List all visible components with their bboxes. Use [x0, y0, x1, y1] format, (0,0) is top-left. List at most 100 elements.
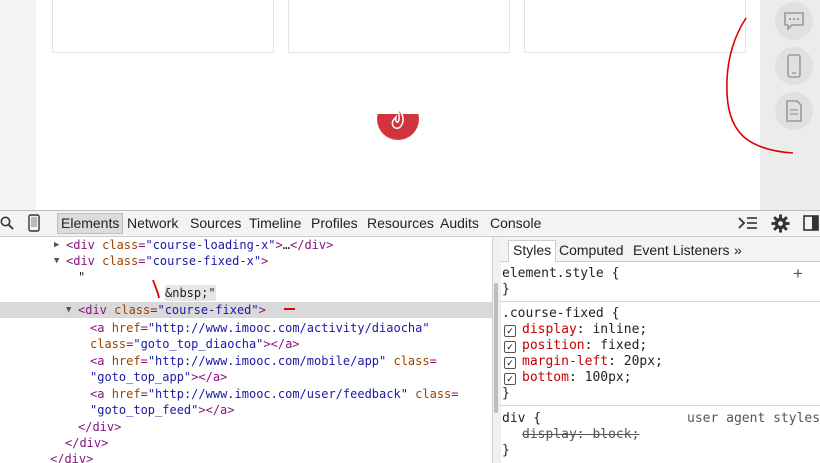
tab-styles[interactable]: Styles — [508, 240, 557, 262]
css-property[interactable]: bottom: 100px; — [522, 370, 632, 386]
dock-icon[interactable] — [803, 215, 819, 234]
dom-token-txt: " — [78, 270, 86, 284]
dom-token-tag: </div> — [65, 436, 109, 450]
dom-node[interactable]: </div> — [0, 435, 492, 451]
dom-token-attr: class — [114, 303, 151, 317]
dom-token-tag: </div> — [50, 452, 94, 463]
css-property-value[interactable]: fixed; — [592, 338, 647, 353]
mobile-app-button[interactable] — [775, 47, 813, 85]
chat-button[interactable] — [775, 2, 813, 40]
dom-token-attr: href — [111, 387, 141, 401]
property-checkbox[interactable]: ✓ — [504, 325, 516, 337]
dom-node[interactable]: "goto_top_feed"></a> — [0, 402, 492, 418]
course-card[interactable] — [524, 0, 746, 53]
dom-node-content: <div class="course-fixed-x"> — [66, 253, 268, 269]
dom-node-selected[interactable]: ▼ <div class="course-fixed"> — [0, 302, 492, 318]
dom-token-val: "course-loading-x" — [145, 238, 276, 252]
tab-console[interactable]: Console — [487, 214, 544, 233]
dom-node[interactable]: ▼ <div class="course-fixed-x"> — [0, 253, 492, 269]
collapse-triangle-icon[interactable]: ▼ — [54, 253, 59, 269]
tab-sources[interactable]: Sources — [187, 214, 244, 233]
loading-logo — [377, 98, 419, 140]
add-rule-button[interactable]: + — [793, 265, 803, 282]
tab-computed[interactable]: Computed — [555, 241, 628, 259]
dom-node[interactable]: <a href="http://www.imooc.com/activity/d… — [0, 320, 492, 336]
css-property[interactable]: display: inline; — [522, 322, 647, 338]
dom-token-tag: = — [429, 354, 437, 368]
property-checkbox[interactable]: ✓ — [504, 373, 516, 385]
dom-token-txt: &nbsp;" — [165, 286, 216, 300]
dom-node-content: &nbsp;" — [165, 285, 216, 301]
dom-node-content: <a href="http://www.imooc.com/mobile/app… — [90, 353, 437, 369]
css-property-name[interactable]: position — [522, 338, 585, 353]
dom-node[interactable]: </div> — [0, 451, 492, 463]
dom-token-tag: = — [451, 387, 459, 401]
ua-source-label: user agent stylesh — [687, 411, 820, 426]
dom-scrollbar[interactable] — [494, 283, 498, 413]
console-drawer-icon[interactable] — [738, 216, 758, 233]
feedback-button[interactable] — [775, 92, 813, 130]
collapse-triangle-icon[interactable]: ▼ — [66, 302, 71, 318]
tab-network[interactable]: Network — [124, 214, 181, 233]
tab-audits[interactable]: Audits — [437, 214, 482, 233]
dom-node[interactable]: <a href="http://www.imooc.com/mobile/app… — [0, 353, 492, 369]
dom-node[interactable]: ▶ <div class="course-loading-x">…</div> — [0, 237, 492, 253]
css-property-value[interactable]: 100px; — [577, 370, 632, 385]
course-card[interactable] — [288, 0, 510, 53]
dom-token-val: "goto_top_diaocha" — [133, 337, 264, 351]
property-checkbox[interactable]: ✓ — [504, 341, 516, 353]
tab-profiles[interactable]: Profiles — [308, 214, 361, 233]
chat-icon — [784, 12, 804, 31]
styles-subtabs: Styles Computed Event Listeners » — [500, 237, 820, 262]
ua-close: } — [502, 443, 510, 458]
dom-node[interactable]: " — [0, 269, 492, 285]
dom-node[interactable]: "goto_top_app"></a> — [0, 369, 492, 385]
dom-token-attr: href — [111, 354, 141, 368]
page-preview — [0, 0, 820, 211]
gear-icon[interactable] — [771, 214, 790, 236]
dom-node[interactable]: </div> — [0, 419, 492, 435]
dom-node-content: <a href="http://www.imooc.com/activity/d… — [90, 320, 430, 336]
phone-icon — [787, 54, 801, 78]
tab-resources[interactable]: Resources — [364, 214, 437, 233]
css-property-name[interactable]: display — [522, 322, 577, 337]
feedback-icon — [786, 100, 802, 122]
dom-node[interactable]: &nbsp;" — [0, 285, 492, 301]
dom-node-content: </div> — [78, 419, 121, 435]
dom-token-tag: ></a> — [263, 337, 300, 351]
property-checkbox[interactable]: ✓ — [504, 357, 516, 369]
css-property[interactable]: margin-left: 20px; — [522, 354, 663, 370]
tab-event-listeners[interactable]: Event Listeners — [629, 241, 734, 259]
dom-token-tag: <a — [90, 387, 112, 401]
dom-token-tag: > — [258, 303, 266, 317]
css-property-value[interactable]: 20px; — [616, 354, 663, 369]
dom-token-attr: class — [102, 254, 139, 268]
dom-node[interactable]: <a href="http://www.imooc.com/user/feedb… — [0, 386, 492, 402]
dom-token-tag: </div> — [290, 238, 334, 252]
dom-node[interactable]: class="goto_top_diaocha"></a> — [0, 336, 492, 352]
dom-token-val: "http://www.imooc.com/activity/diaocha" — [147, 321, 430, 335]
dom-node-content: " — [78, 269, 85, 285]
dom-node-content: class="goto_top_diaocha"></a> — [90, 336, 300, 352]
dom-token-tag: <div — [66, 238, 103, 252]
course-card[interactable] — [52, 0, 274, 53]
css-property-name[interactable]: margin-left — [522, 354, 608, 369]
css-property[interactable]: position: fixed; — [522, 338, 647, 354]
search-icon[interactable] — [0, 216, 14, 233]
more-tabs-button[interactable]: » — [730, 241, 746, 259]
tab-elements[interactable]: Elements — [57, 213, 124, 234]
device-icon[interactable] — [28, 214, 40, 235]
css-property-name[interactable]: bottom — [522, 370, 569, 385]
dom-token-val: "course-fixed" — [157, 303, 259, 317]
dom-token-attr: class — [102, 238, 139, 252]
dom-token-tag: > — [261, 254, 269, 268]
dom-node-content: "goto_top_feed"></a> — [90, 402, 235, 418]
dom-node-content: <a href="http://www.imooc.com/user/feedb… — [90, 386, 459, 402]
devtools-panel: Elements Network Sources Timeline Profil… — [0, 210, 820, 463]
dom-node-content: "goto_top_app"></a> — [90, 369, 227, 385]
expand-triangle-icon[interactable]: ▶ — [54, 237, 59, 253]
css-property-value[interactable]: inline; — [585, 322, 647, 337]
dom-token-tag: = — [140, 321, 148, 335]
dom-token-val: "goto_top_feed" — [90, 403, 199, 417]
tab-timeline[interactable]: Timeline — [246, 214, 304, 233]
